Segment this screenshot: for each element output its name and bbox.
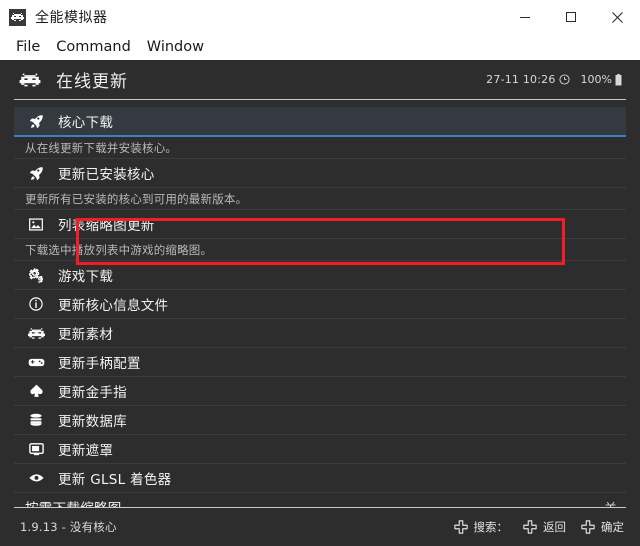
list-item-update-installed-cores[interactable]: 更新已安装核心	[14, 159, 626, 188]
title-bar: 全能模拟器	[0, 0, 640, 34]
list-item-update-core-info-files[interactable]: 更新核心信息文件	[14, 290, 626, 319]
panel-header: 在线更新 27-11 10:26 100%	[0, 60, 640, 99]
dpad-icon	[523, 520, 537, 534]
image-icon	[25, 217, 47, 231]
footer-action-label: 返回	[543, 520, 566, 534]
status-text: 1.9.13 - 没有核心	[20, 520, 117, 534]
list-item-playlist-thumbnails-updater[interactable]: 列表缩略图更新	[14, 210, 626, 239]
list-item-label: 核心下载	[58, 115, 114, 131]
database-icon	[25, 413, 47, 427]
menu-item-file[interactable]: File	[8, 34, 48, 60]
menu-bar: File Command Window	[0, 34, 640, 60]
list-item-label: 列表缩略图更新	[58, 218, 155, 234]
invader-icon	[25, 327, 47, 340]
footer-action-label: 确定	[601, 520, 624, 534]
panel-footer: 1.9.13 - 没有核心 搜索： 返回 确定	[0, 508, 640, 546]
menu-item-window[interactable]: Window	[139, 34, 212, 60]
list-item-update-overlays[interactable]: 更新遮罩	[14, 435, 626, 464]
list-item-description: 从在线更新下载并安装核心。	[14, 137, 626, 159]
list-item-core-download[interactable]: 核心下载	[14, 107, 626, 137]
list-entry: 列表缩略图更新 下载选中播放列表中游戏的缩略图。	[14, 210, 626, 261]
list-item-content-downloader[interactable]: 游戏下载	[14, 261, 626, 290]
list-item-update-cheats[interactable]: 更新金手指	[14, 377, 626, 406]
list-item-label: 按需下载缩略图	[25, 497, 122, 507]
maximize-button[interactable]	[548, 0, 594, 34]
eye-icon	[25, 473, 47, 483]
app-icon	[9, 8, 26, 26]
list-item-update-assets[interactable]: 更新素材	[14, 319, 626, 348]
app-title: 全能模拟器	[35, 10, 108, 26]
footer-action-back[interactable]: 返回	[523, 519, 566, 535]
gears-icon	[25, 267, 47, 283]
dpad-icon	[453, 520, 468, 534]
list-item-download-thumbnails-on-demand[interactable]: 按需下载缩略图 关	[14, 493, 626, 507]
gamepad-icon	[25, 357, 47, 368]
list-item-label: 更新已安装核心	[58, 167, 155, 183]
monitor-icon	[25, 442, 47, 456]
list-item-label: 更新数据库	[58, 414, 127, 430]
battery-text: 100%	[580, 73, 612, 86]
menu-item-command[interactable]: Command	[48, 34, 139, 60]
spade-icon	[25, 384, 47, 398]
list-item-description: 下载选中播放列表中游戏的缩略图。	[14, 239, 626, 261]
list-item-update-controller-profiles[interactable]: 更新手柄配置	[14, 348, 626, 377]
list-item-description: 更新所有已安装的核心到可用的最新版本。	[14, 188, 626, 210]
list-entry: 核心下载 从在线更新下载并安装核心。	[14, 107, 626, 159]
clock-icon	[559, 74, 570, 85]
info-icon	[25, 297, 47, 311]
list-item-value[interactable]: 关	[604, 498, 617, 508]
list-item-update-databases[interactable]: 更新数据库	[14, 406, 626, 435]
list-item-label: 游戏下载	[58, 269, 114, 285]
page-title: 在线更新	[56, 72, 128, 92]
updater-list: 核心下载 从在线更新下载并安装核心。 更新已安装核心 更新所有已安装的核心到可用…	[0, 100, 640, 507]
clock-text: 27-11 10:26	[486, 73, 556, 86]
list-entry: 更新已安装核心 更新所有已安装的核心到可用的最新版本。	[14, 159, 626, 210]
list-item-label: 更新素材	[58, 327, 114, 343]
close-button[interactable]	[594, 0, 640, 34]
window-controls	[502, 0, 640, 34]
footer-action-search[interactable]: 搜索：	[453, 519, 509, 535]
online-updater-panel: 在线更新 27-11 10:26 100% 核心下载 从在线更新下载并安装核心。…	[0, 60, 640, 546]
list-item-label: 更新 GLSL 着色器	[58, 472, 172, 488]
app-window: 全能模拟器 File Command Window 在线更新 27-11 10:…	[0, 0, 640, 546]
list-item-label: 更新手柄配置	[58, 356, 141, 372]
rocket-icon	[25, 166, 47, 181]
footer-action-label: 搜索：	[473, 520, 509, 534]
invader-icon	[18, 72, 42, 88]
rocket-icon	[25, 114, 47, 129]
list-item-update-glsl-shaders[interactable]: 更新 GLSL 着色器	[14, 464, 626, 493]
list-item-label: 更新金手指	[58, 385, 127, 401]
dpad-icon	[581, 520, 595, 534]
footer-actions: 搜索： 返回 确定	[439, 519, 624, 535]
footer-action-ok[interactable]: 确定	[581, 519, 624, 535]
minimize-button[interactable]	[502, 0, 548, 34]
battery-icon	[615, 73, 622, 86]
list-item-label: 更新遮罩	[58, 443, 114, 459]
list-item-label: 更新核心信息文件	[58, 298, 169, 314]
panel-header-status: 27-11 10:26 100%	[486, 73, 624, 86]
